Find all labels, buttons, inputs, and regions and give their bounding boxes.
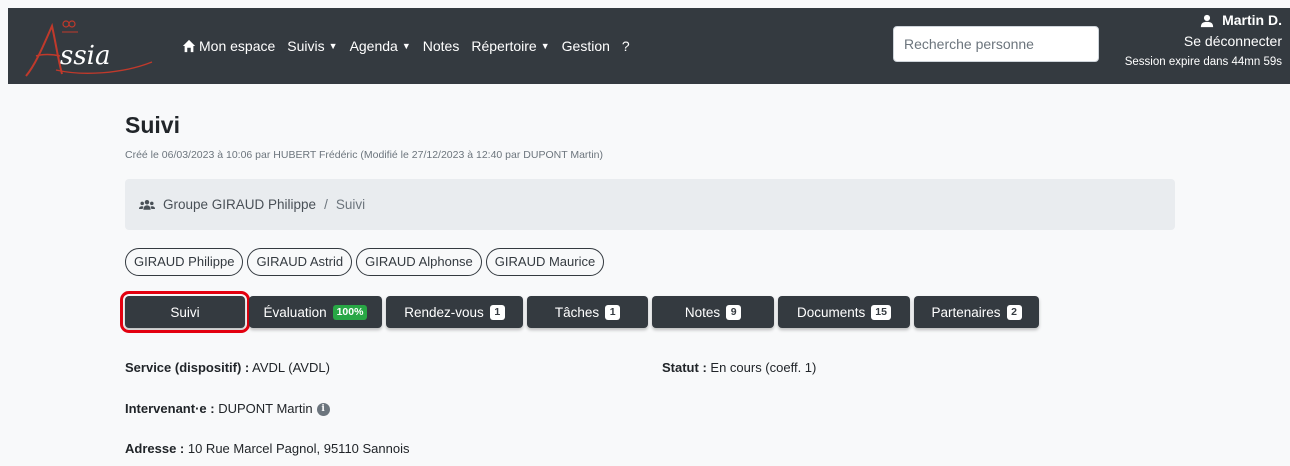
search-person-input[interactable] bbox=[893, 26, 1099, 62]
nav-label: Mon espace bbox=[199, 38, 276, 54]
user-name-label: Martin D. bbox=[1222, 12, 1282, 28]
breadcrumb-separator: / bbox=[324, 197, 328, 212]
tab-taches[interactable]: Tâches 1 bbox=[527, 296, 648, 328]
tab-bar: Suivi Évaluation 100% Rendez-vous 1 Tâch… bbox=[120, 291, 1039, 333]
nav-gestion[interactable]: Gestion bbox=[556, 38, 616, 54]
tab-badge: 100% bbox=[332, 304, 368, 320]
nav-label: Suivis bbox=[287, 38, 325, 54]
user-icon bbox=[1200, 14, 1214, 27]
user-name[interactable]: Martin D. bbox=[1125, 10, 1282, 31]
caret-down-icon: ▼ bbox=[540, 41, 550, 51]
nav-label: Répertoire bbox=[471, 38, 537, 54]
nav-repertoire[interactable]: Répertoire ▼ bbox=[465, 38, 555, 54]
tab-label: Rendez-vous bbox=[404, 304, 484, 320]
top-navbar: ssia Mon espace Suivis ▼ Agenda ▼ Notes Ré… bbox=[8, 8, 1290, 84]
intervenant-value: DUPONT Martin bbox=[214, 401, 313, 416]
adresse-value: 10 Rue Marcel Pagnol, 95110 Sannois bbox=[184, 441, 410, 456]
tab-partenaires[interactable]: Partenaires 2 bbox=[914, 296, 1039, 328]
nav-label: ? bbox=[621, 38, 630, 54]
nav-label: Gestion bbox=[561, 38, 610, 54]
assia-logo[interactable]: ssia bbox=[22, 14, 162, 80]
svg-text:ssia: ssia bbox=[60, 41, 111, 71]
home-icon bbox=[182, 39, 196, 53]
tab-label: Tâches bbox=[554, 304, 600, 320]
service-field: Service (dispositif) : AVDL (AVDL) bbox=[125, 360, 330, 375]
service-value: AVDL (AVDL) bbox=[249, 360, 330, 375]
person-badge[interactable]: GIRAUD Philippe bbox=[125, 248, 244, 276]
breadcrumb: Groupe GIRAUD Philippe / Suivi bbox=[125, 179, 1175, 230]
intervenant-field: Intervenant·e : DUPONT Martin i bbox=[125, 401, 330, 417]
tab-badge: 2 bbox=[1006, 304, 1022, 320]
tab-documents[interactable]: Documents 15 bbox=[778, 296, 910, 328]
people-list: GIRAUD Philippe GIRAUD Astrid GIRAUD Alp… bbox=[125, 248, 605, 276]
nav-help[interactable]: ? bbox=[616, 38, 636, 54]
users-icon bbox=[139, 199, 155, 210]
created-info: Créé le 06/03/2023 à 10:06 par HUBERT Fr… bbox=[125, 149, 604, 161]
nav-label: Agenda bbox=[349, 38, 398, 54]
tab-label: Suivi bbox=[170, 304, 200, 320]
nav-suivis[interactable]: Suivis ▼ bbox=[281, 38, 343, 54]
tab-notes[interactable]: Notes 9 bbox=[652, 296, 774, 328]
caret-down-icon: ▼ bbox=[328, 41, 338, 51]
tab-suivi[interactable]: Suivi bbox=[120, 291, 250, 333]
statut-field: Statut : En cours (coeff. 1) bbox=[662, 360, 816, 375]
tab-badge: 1 bbox=[489, 304, 505, 320]
person-badge[interactable]: GIRAUD Maurice bbox=[485, 248, 605, 276]
info-icon[interactable]: i bbox=[316, 403, 330, 417]
user-block: Martin D. Se déconnecter Session expire … bbox=[1125, 10, 1282, 73]
nav-label: Notes bbox=[422, 38, 460, 54]
statut-value: En cours (coeff. 1) bbox=[706, 360, 817, 375]
session-expiry-text: Session expire dans 44mn 59s bbox=[1124, 56, 1282, 68]
tab-evaluation[interactable]: Évaluation 100% bbox=[249, 296, 382, 328]
tab-badge: 9 bbox=[726, 304, 742, 320]
nav-mon-espace[interactable]: Mon espace bbox=[176, 38, 281, 54]
caret-down-icon: ▼ bbox=[401, 41, 411, 51]
statut-label: Statut : bbox=[662, 360, 707, 375]
tab-label: Partenaires bbox=[931, 304, 1001, 320]
tab-label: Notes bbox=[684, 304, 721, 320]
tab-badge: 15 bbox=[871, 304, 891, 320]
tab-label: Documents bbox=[797, 304, 866, 320]
nav-agenda[interactable]: Agenda ▼ bbox=[344, 38, 417, 54]
tab-label: Évaluation bbox=[263, 304, 327, 320]
breadcrumb-current: Suivi bbox=[335, 197, 366, 212]
page-title: Suivi bbox=[125, 112, 180, 138]
adresse-label: Adresse : bbox=[125, 441, 185, 456]
tab-badge: 1 bbox=[605, 304, 621, 320]
person-badge[interactable]: GIRAUD Astrid bbox=[247, 248, 353, 276]
main-nav: Mon espace Suivis ▼ Agenda ▼ Notes Réperto… bbox=[176, 8, 636, 84]
tab-rendez-vous[interactable]: Rendez-vous 1 bbox=[386, 296, 523, 328]
intervenant-label: Intervenant·e : bbox=[125, 401, 215, 416]
adresse-field: Adresse : 10 Rue Marcel Pagnol, 95110 Sa… bbox=[125, 441, 410, 456]
service-label: Service (dispositif) : bbox=[125, 360, 250, 375]
person-badge[interactable]: GIRAUD Alphonse bbox=[356, 248, 482, 276]
logout-link[interactable]: Se déconnecter bbox=[1125, 31, 1282, 52]
nav-notes[interactable]: Notes bbox=[417, 38, 466, 54]
breadcrumb-group-link[interactable]: Groupe GIRAUD Philippe bbox=[163, 197, 316, 212]
